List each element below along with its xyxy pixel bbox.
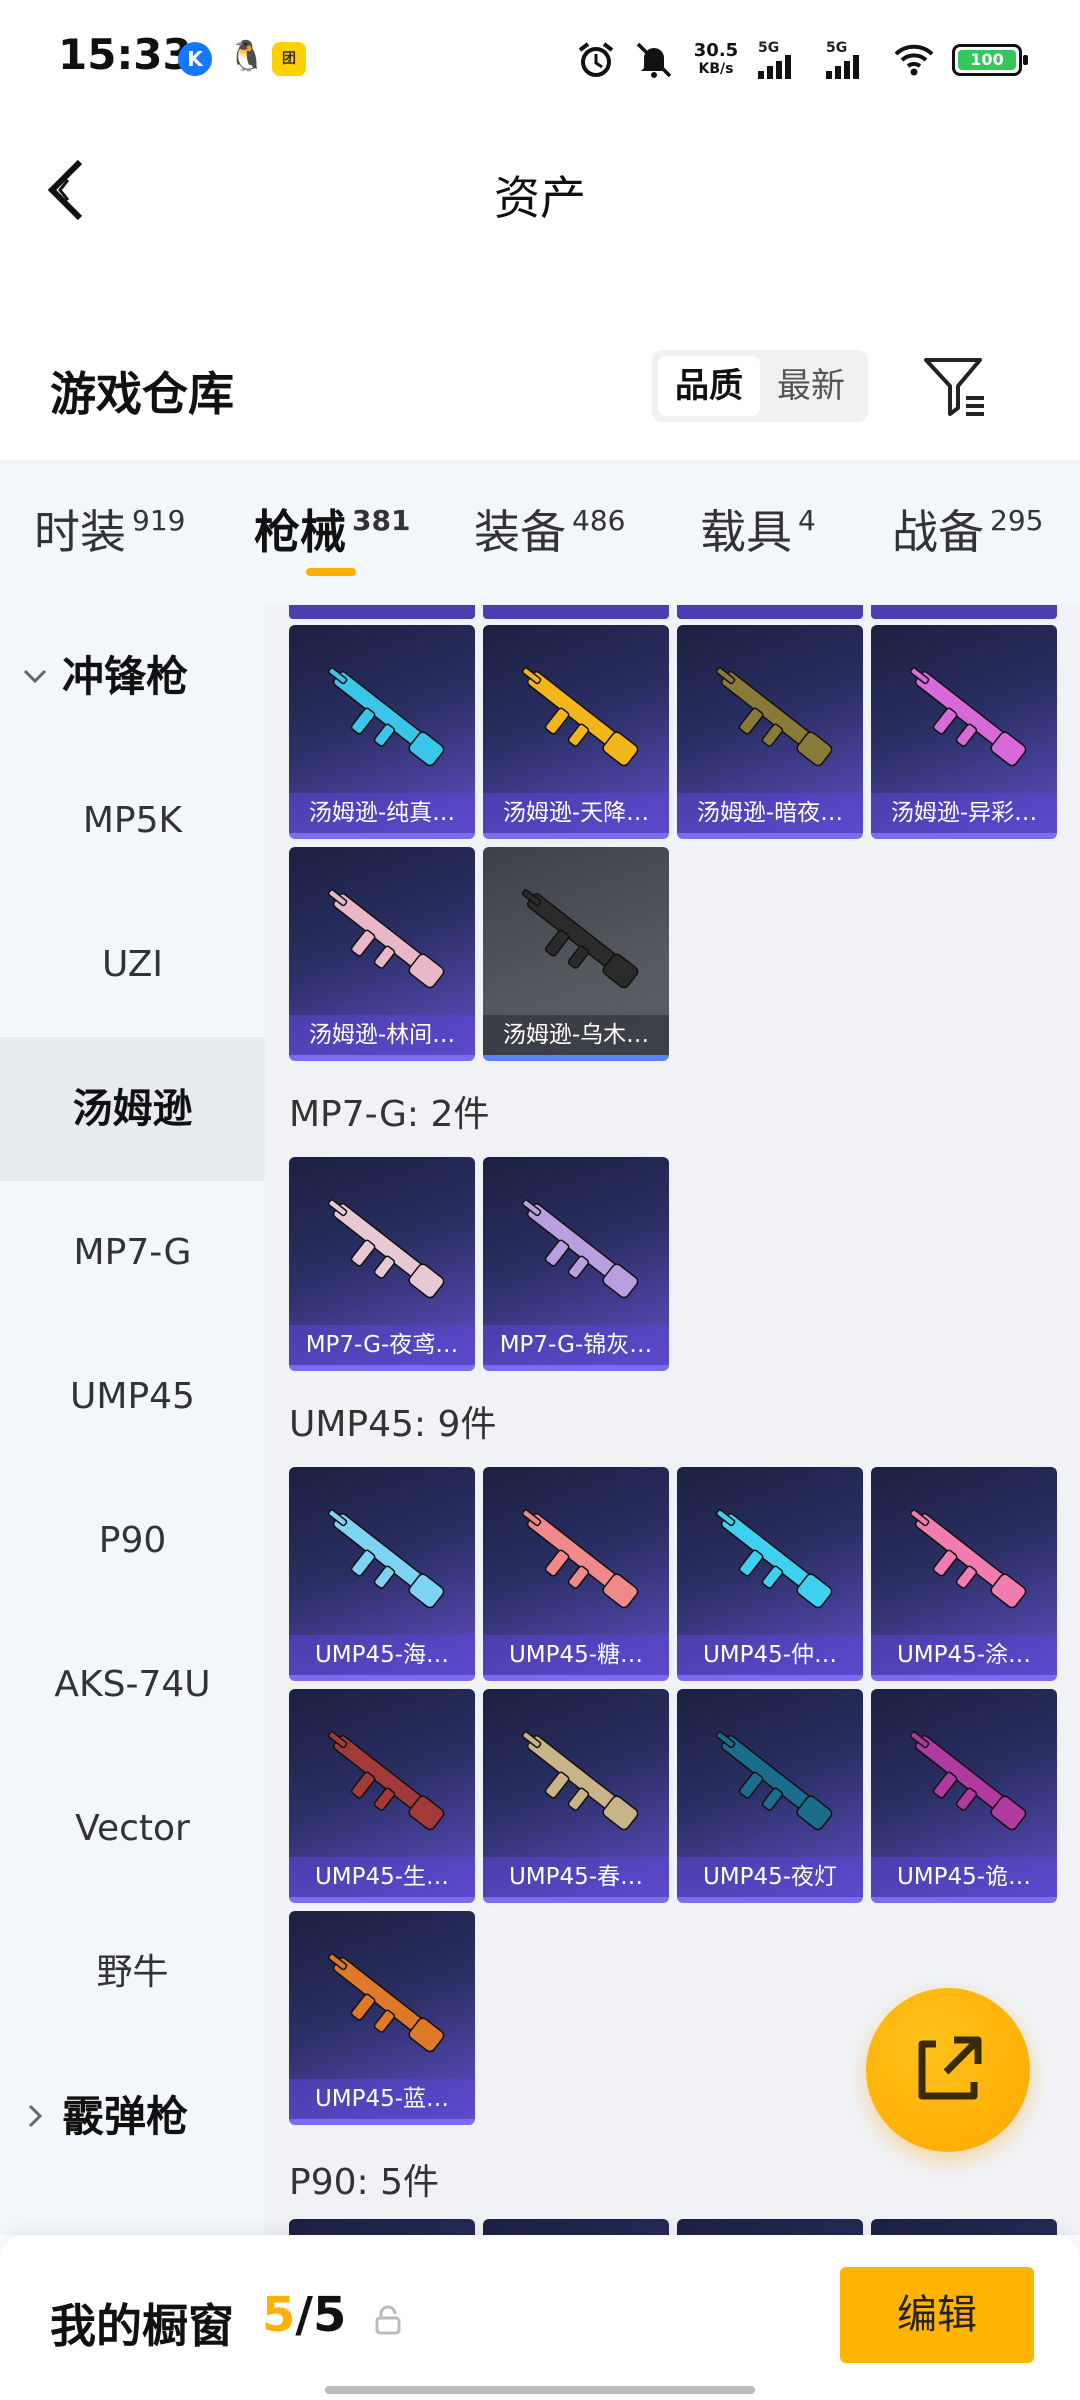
weapon-card[interactable]: UMP45-仲… bbox=[677, 1467, 863, 1681]
ump45-skin-icon bbox=[715, 1509, 833, 1609]
sort-quality-button[interactable]: 品质 bbox=[658, 356, 760, 416]
sidebar-item-thompson[interactable]: 汤姆逊 bbox=[0, 1037, 265, 1181]
ump45-skin-icon bbox=[521, 1509, 639, 1609]
tab-equipment-count: 486 bbox=[572, 504, 626, 537]
app-k-icon: K bbox=[178, 42, 212, 76]
card-peek bbox=[289, 605, 475, 619]
weapon-card[interactable]: 汤姆逊-乌木… bbox=[483, 847, 669, 1061]
weapon-card[interactable]: UMP45-夜灯 bbox=[677, 1689, 863, 1903]
sidebar-item-aks74u[interactable]: AKS-74U bbox=[0, 1613, 265, 1757]
tab-fashion[interactable]: 时装 919 bbox=[34, 496, 185, 562]
tab-equipment[interactable]: 装备 486 bbox=[474, 496, 625, 562]
group-label-ump45: UMP45: 9件 bbox=[289, 1404, 497, 1445]
weapon-card[interactable]: 汤姆逊-纯真… bbox=[289, 625, 475, 839]
tab-vehicles[interactable]: 载具 4 bbox=[700, 496, 816, 562]
thompson-skin-icon bbox=[521, 889, 639, 989]
weapon-card[interactable]: UMP45-糖… bbox=[483, 1467, 669, 1681]
showcase-bar: 我的橱窗 5/5 编辑 bbox=[0, 2235, 1080, 2400]
weapon-card[interactable]: MP7-G-锦灰… bbox=[483, 1157, 669, 1371]
weapon-card[interactable]: MP7-G-夜鸢… bbox=[289, 1157, 475, 1371]
filter-icon[interactable] bbox=[920, 352, 990, 422]
card-peek bbox=[483, 605, 669, 619]
weapon-card[interactable] bbox=[483, 2219, 669, 2235]
thompson-skin-icon bbox=[521, 667, 639, 767]
page-title: 资产 bbox=[494, 171, 586, 225]
weapon-card[interactable]: UMP45-海… bbox=[289, 1467, 475, 1681]
ump45-skin-icon bbox=[909, 1731, 1027, 1831]
weapon-card[interactable]: 汤姆逊-暗夜… bbox=[677, 625, 863, 839]
active-tab-indicator bbox=[306, 568, 356, 576]
chevron-right-icon bbox=[28, 2104, 43, 2128]
chevron-down-icon bbox=[23, 669, 47, 684]
sort-toggle: 品质 最新 bbox=[652, 350, 868, 422]
sidebar-item-uzi[interactable]: UZI bbox=[0, 893, 265, 1037]
thompson-skin-icon bbox=[327, 667, 445, 767]
sidebar-group-shotgun[interactable]: 霰弹枪 bbox=[0, 2045, 265, 2189]
tab-firearms-count: 381 bbox=[352, 504, 411, 537]
mp7g-skin-icon bbox=[327, 1199, 445, 1299]
group-label-p90: P90: 5件 bbox=[289, 2162, 439, 2203]
weapon-card[interactable]: 汤姆逊-林间… bbox=[289, 847, 475, 1061]
tab-supplies-count: 295 bbox=[990, 504, 1044, 537]
signal-sim2-icon: 5G bbox=[826, 41, 876, 79]
tab-supplies[interactable]: 战备 295 bbox=[892, 496, 1043, 562]
weapon-card[interactable]: UMP45-生… bbox=[289, 1689, 475, 1903]
ump45-skin-icon bbox=[327, 1509, 445, 1609]
weapon-card[interactable]: UMP45-蓝… bbox=[289, 1911, 475, 2125]
net-speed-unit: KB/s bbox=[698, 61, 734, 77]
weapon-card[interactable] bbox=[289, 2219, 475, 2235]
weapon-card[interactable]: 汤姆逊-异彩… bbox=[871, 625, 1057, 839]
sidebar-item-ump45[interactable]: UMP45 bbox=[0, 1325, 265, 1469]
share-external-button[interactable] bbox=[866, 1988, 1030, 2152]
tab-firearms[interactable]: 枪械 381 bbox=[254, 496, 410, 562]
tab-vehicles-count: 4 bbox=[798, 504, 816, 537]
home-indicator bbox=[325, 2386, 755, 2394]
sidebar-item-vector[interactable]: Vector bbox=[0, 1757, 265, 1901]
wifi-icon bbox=[894, 44, 934, 76]
weapon-card[interactable]: UMP45-涂… bbox=[871, 1467, 1057, 1681]
sidebar-group-smg[interactable]: 冲锋枪 bbox=[0, 605, 265, 749]
thompson-skin-icon bbox=[715, 667, 833, 767]
battery-icon: 100 bbox=[952, 44, 1028, 76]
net-speed-value: 30.5 bbox=[693, 40, 739, 61]
weapon-card[interactable] bbox=[871, 2219, 1057, 2235]
group-label-mp7g: MP7-G: 2件 bbox=[289, 1094, 490, 1135]
showcase-count: 5/5 bbox=[262, 2287, 347, 2343]
sidebar-item-mp7g[interactable]: MP7-G bbox=[0, 1181, 265, 1325]
card-peek bbox=[871, 605, 1057, 619]
sidebar-item-bison[interactable]: 野牛 bbox=[0, 1901, 265, 2045]
ump45-skin-icon bbox=[909, 1509, 1027, 1609]
ump45-skin-icon bbox=[715, 1731, 833, 1831]
sidebar-item-mp5k[interactable]: MP5K bbox=[0, 749, 265, 893]
mp7g-skin-icon bbox=[521, 1199, 639, 1299]
weapon-card[interactable]: 汤姆逊-天降… bbox=[483, 625, 669, 839]
tab-fashion-count: 919 bbox=[132, 504, 186, 537]
signal-sim1-icon: 5G bbox=[758, 41, 808, 79]
weapon-card[interactable] bbox=[677, 2219, 863, 2235]
status-bar: 15:33 K 🐧 团 30.5 KB/s 5G 5G 100 bbox=[0, 0, 1080, 120]
battery-level: 100 bbox=[958, 50, 1016, 70]
status-time: 15:33 bbox=[58, 30, 192, 79]
edit-button[interactable]: 编辑 bbox=[840, 2267, 1034, 2363]
weapon-type-sidebar: 冲锋枪 MP5K UZI 汤姆逊 MP7-G UMP45 P90 AKS-74U… bbox=[0, 605, 265, 2235]
qq-icon: 🐧 bbox=[228, 39, 266, 74]
thompson-skin-icon bbox=[327, 889, 445, 989]
weapon-card[interactable]: UMP45-春… bbox=[483, 1689, 669, 1903]
ump45-skin-icon bbox=[327, 1731, 445, 1831]
warehouse-title: 游戏仓库 bbox=[50, 367, 234, 421]
category-tabs: 时装 919 枪械 381 装备 486 载具 4 战备 295 bbox=[0, 460, 1080, 605]
lock-icon bbox=[375, 2305, 401, 2335]
ump45-skin-icon bbox=[327, 1953, 445, 2053]
showcase-label: 我的橱窗 bbox=[50, 2299, 234, 2353]
mute-icon bbox=[636, 42, 672, 78]
tuan-app-icon: 团 bbox=[272, 42, 306, 76]
sidebar-item-p90[interactable]: P90 bbox=[0, 1469, 265, 1613]
card-peek bbox=[677, 605, 863, 619]
sort-latest-button[interactable]: 最新 bbox=[760, 356, 862, 416]
ump45-skin-icon bbox=[521, 1731, 639, 1831]
weapon-card[interactable]: UMP45-诡… bbox=[871, 1689, 1057, 1903]
alarm-icon bbox=[578, 42, 614, 77]
thompson-skin-icon bbox=[909, 667, 1027, 767]
